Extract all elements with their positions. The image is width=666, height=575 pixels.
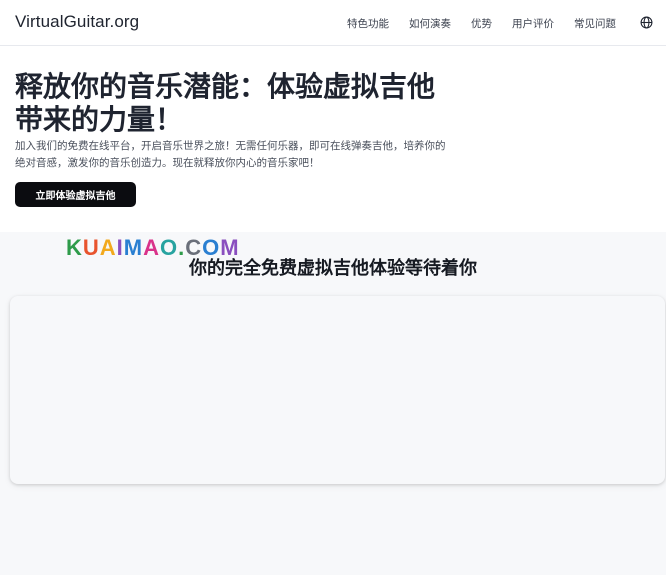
main-nav: 特色功能 如何演奏 优势 用户评价 常见问题: [347, 16, 616, 31]
brand-logo-link[interactable]: VirtualGuitar.org: [15, 12, 139, 32]
guitar-player-panel[interactable]: [10, 296, 665, 484]
nav-link-features[interactable]: 特色功能: [347, 16, 389, 31]
hero-title: 释放你的音乐潜能：体验虚拟吉他带来的力量！: [15, 70, 436, 136]
hero-description: 加入我们的免费在线平台，开启音乐世界之旅！无需任何乐器，即可在线弹奏吉他，培养你…: [15, 140, 446, 169]
nav-link-faq[interactable]: 常见问题: [574, 16, 616, 31]
try-virtual-guitar-button[interactable]: 立即体验虚拟吉他: [15, 182, 136, 207]
section-title: 你的完全免费虚拟吉他体验等待着你: [189, 258, 477, 279]
nav-link-how-to-play[interactable]: 如何演奏: [409, 16, 451, 31]
site-header: VirtualGuitar.org 特色功能 如何演奏 优势 用户评价 常见问题: [0, 0, 666, 46]
globe-icon[interactable]: [640, 16, 653, 29]
hero-section: 释放你的音乐潜能：体验虚拟吉他带来的力量！ 加入我们的免费在线平台，开启音乐世界…: [0, 46, 666, 232]
nav-link-reviews[interactable]: 用户评价: [512, 16, 554, 31]
nav-link-advantages[interactable]: 优势: [471, 16, 492, 31]
